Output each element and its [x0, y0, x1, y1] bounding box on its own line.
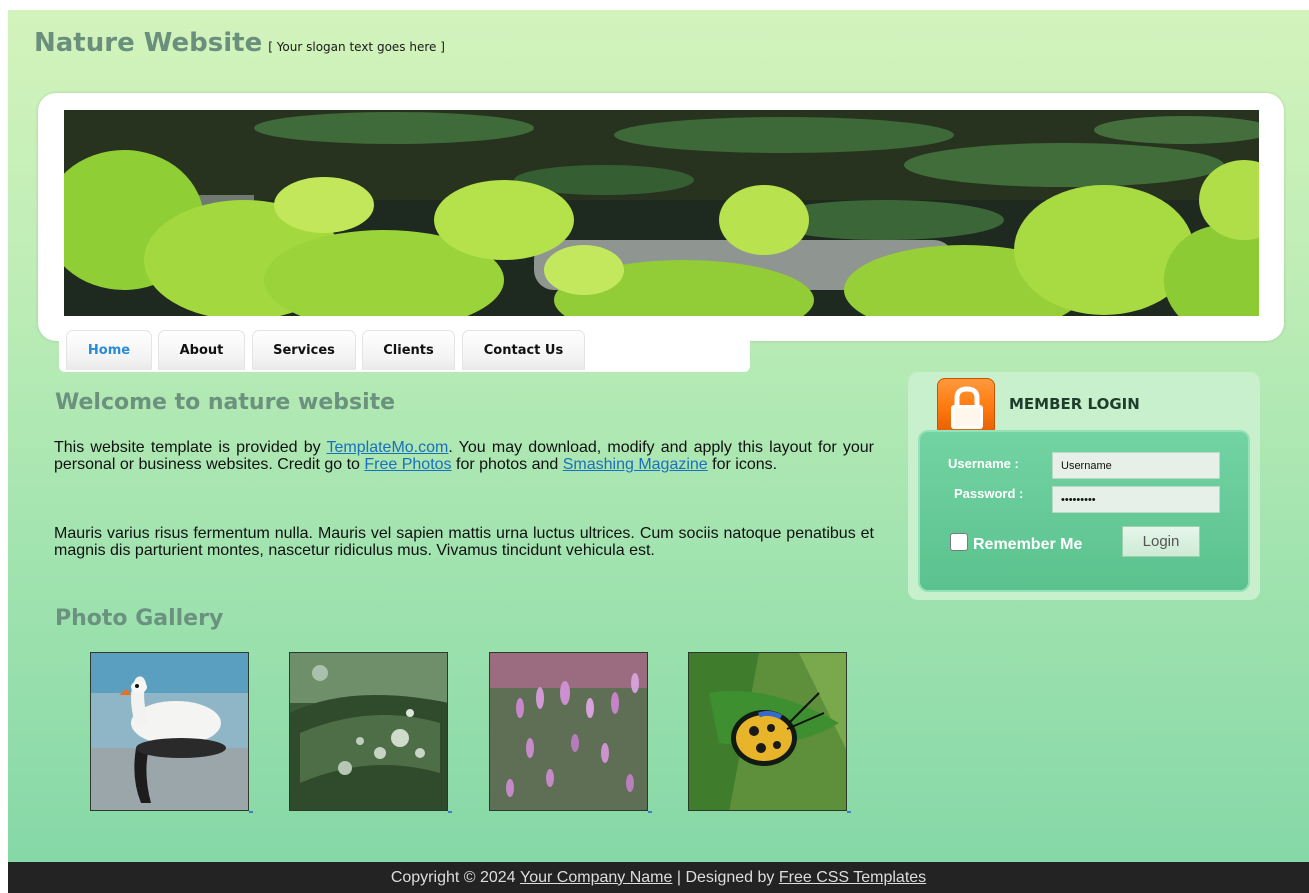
templatemo-link[interactable]: TemplateMo.com: [327, 439, 449, 456]
thumb-link-underline: [847, 811, 851, 813]
gallery-thumb-swan[interactable]: [90, 652, 249, 811]
member-login-box: MEMBER LOGIN Username : Password : Remem…: [908, 372, 1260, 600]
footer: Copyright © 2024 Your Company Name | Des…: [8, 862, 1309, 893]
nav-tab-contact-us[interactable]: Contact Us: [462, 330, 585, 370]
main-navigation: Home About Services Clients Contact Us: [59, 322, 750, 372]
nav-tab-about[interactable]: About: [158, 330, 245, 370]
nav-tab-services[interactable]: Services: [252, 330, 356, 370]
login-form-panel: Username : Password : Remember Me Login: [918, 430, 1250, 592]
purple-flowers-photo: [490, 653, 647, 810]
lorem-paragraph: Mauris varius risus fermentum nulla. Mau…: [54, 525, 874, 559]
lock-glyph: [951, 386, 983, 429]
gallery-thumb-beetle[interactable]: [688, 652, 847, 811]
page: Nature Website [ Your slogan text goes he…: [8, 10, 1309, 893]
banner-image: [64, 110, 1259, 316]
gallery-thumb-water-drops[interactable]: [289, 652, 448, 811]
thumb-link-underline: [448, 811, 452, 813]
username-input[interactable]: [1052, 452, 1220, 479]
intro-text-1: This website template is provided by: [54, 439, 327, 456]
nav-tab-home[interactable]: Home: [66, 330, 152, 370]
login-button[interactable]: Login: [1122, 526, 1200, 557]
free-css-templates-link[interactable]: Free CSS Templates: [779, 869, 926, 887]
free-photos-link[interactable]: Free Photos: [364, 456, 451, 473]
beetle-photo: [689, 653, 846, 810]
password-input[interactable]: [1052, 486, 1220, 513]
thumb-link-underline: [249, 811, 253, 813]
remember-me-checkbox[interactable]: [950, 533, 968, 551]
password-label: Password :: [954, 486, 1024, 501]
banner-frame: [38, 93, 1284, 341]
swan-photo: [91, 653, 248, 810]
site-slogan: [ Your slogan text goes here ]: [268, 40, 445, 54]
banner-lily-pond-illustration: [64, 110, 1259, 316]
nav-tab-clients[interactable]: Clients: [362, 330, 455, 370]
water-drops-photo: [290, 653, 447, 810]
username-label: Username :: [948, 456, 1019, 471]
intro-text-4: for icons.: [707, 456, 778, 473]
gallery-thumb-purple-flowers[interactable]: [489, 652, 648, 811]
smashing-magazine-link[interactable]: Smashing Magazine: [563, 456, 708, 473]
footer-designed-by: | Designed by: [672, 868, 779, 886]
member-login-title: MEMBER LOGIN: [1009, 395, 1140, 413]
company-name-link[interactable]: Your Company Name: [520, 869, 672, 887]
welcome-heading: Welcome to nature website: [55, 390, 396, 415]
thumb-link-underline: [648, 811, 652, 813]
site-title-text: Nature Website: [34, 28, 263, 58]
footer-copyright: Copyright © 2024: [390, 868, 516, 886]
remember-me-label: Remember Me: [973, 536, 1083, 553]
lock-icon: [937, 378, 995, 436]
site-title: Nature Website [ Your slogan text goes he…: [34, 28, 445, 58]
intro-paragraph: This website template is provided by Tem…: [54, 439, 874, 473]
intro-text-3: for photos and: [451, 456, 563, 473]
photo-gallery-heading: Photo Gallery: [55, 606, 224, 631]
